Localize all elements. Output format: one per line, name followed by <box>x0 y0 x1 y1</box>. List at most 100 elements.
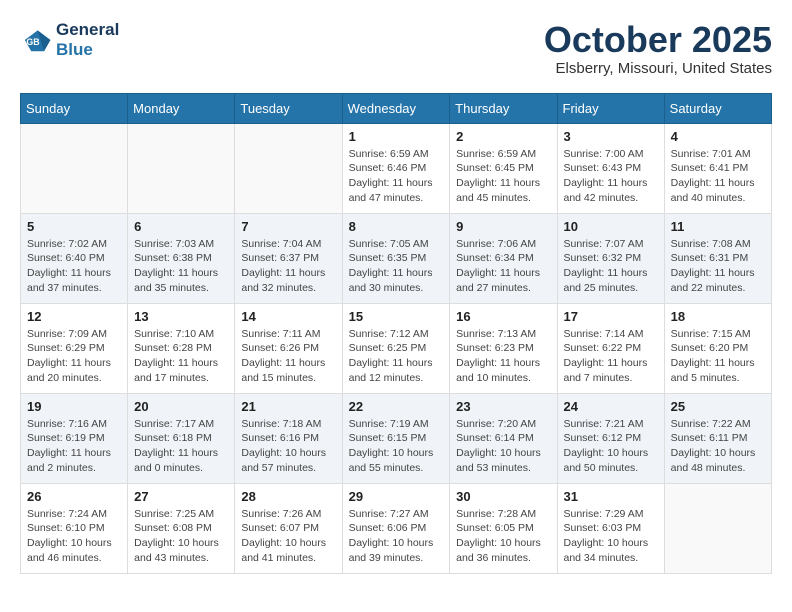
day-info: Sunrise: 7:12 AM Sunset: 6:25 PM Dayligh… <box>349 327 444 386</box>
day-info: Sunrise: 7:01 AM Sunset: 6:41 PM Dayligh… <box>671 147 765 206</box>
weekday-header-saturday: Saturday <box>664 93 771 123</box>
calendar-cell: 18 Sunrise: 7:15 AM Sunset: 6:20 PM Dayli… <box>664 303 771 393</box>
weekday-header-tuesday: Tuesday <box>235 93 342 123</box>
calendar-cell: 26 Sunrise: 7:24 AM Sunset: 6:10 PM Dayli… <box>21 483 128 573</box>
day-info: Sunrise: 7:09 AM Sunset: 6:29 PM Dayligh… <box>27 327 121 386</box>
calendar-cell: 30 Sunrise: 7:28 AM Sunset: 6:05 PM Dayli… <box>450 483 557 573</box>
day-info: Sunrise: 7:26 AM Sunset: 6:07 PM Dayligh… <box>241 507 335 566</box>
day-info: Sunrise: 7:02 AM Sunset: 6:40 PM Dayligh… <box>27 237 121 296</box>
weekday-header-thursday: Thursday <box>450 93 557 123</box>
day-info: Sunrise: 7:19 AM Sunset: 6:15 PM Dayligh… <box>349 417 444 476</box>
day-number: 30 <box>456 489 550 504</box>
month-title: October 2025 <box>544 20 772 60</box>
day-info: Sunrise: 7:28 AM Sunset: 6:05 PM Dayligh… <box>456 507 550 566</box>
calendar-cell: 19Sunrise: 7:16 AM Sunset: 6:19 PM Dayli… <box>21 393 128 483</box>
day-number: 25 <box>671 399 765 414</box>
page-header: GB General Blue October 2025 Elsberry, M… <box>20 20 772 77</box>
calendar-cell: 29 Sunrise: 7:27 AM Sunset: 6:06 PM Dayli… <box>342 483 450 573</box>
day-number: 6 <box>134 219 228 234</box>
day-number: 14 <box>241 309 335 324</box>
day-number: 11 <box>671 219 765 234</box>
calendar-cell <box>664 483 771 573</box>
day-number: 17 <box>564 309 658 324</box>
day-number: 7 <box>241 219 335 234</box>
calendar-cell: 8Sunrise: 7:05 AM Sunset: 6:35 PM Daylig… <box>342 213 450 303</box>
day-number: 15 <box>349 309 444 324</box>
calendar-table: SundayMondayTuesdayWednesdayThursdayFrid… <box>20 93 772 574</box>
day-info: Sunrise: 7:08 AM Sunset: 6:31 PM Dayligh… <box>671 237 765 296</box>
calendar-cell: 25Sunrise: 7:22 AM Sunset: 6:11 PM Dayli… <box>664 393 771 483</box>
calendar-cell: 31 Sunrise: 7:29 AM Sunset: 6:03 PM Dayli… <box>557 483 664 573</box>
calendar-cell: 13 Sunrise: 7:10 AM Sunset: 6:28 PM Dayli… <box>128 303 235 393</box>
day-number: 26 <box>27 489 121 504</box>
day-info: Sunrise: 6:59 AM Sunset: 6:45 PM Dayligh… <box>456 147 550 206</box>
day-number: 13 <box>134 309 228 324</box>
calendar-week-row: 19Sunrise: 7:16 AM Sunset: 6:19 PM Dayli… <box>21 393 772 483</box>
day-number: 10 <box>564 219 658 234</box>
weekday-header-sunday: Sunday <box>21 93 128 123</box>
calendar-week-row: 5 Sunrise: 7:02 AM Sunset: 6:40 PM Daylig… <box>21 213 772 303</box>
day-info: Sunrise: 7:18 AM Sunset: 6:16 PM Dayligh… <box>241 417 335 476</box>
day-info: Sunrise: 7:10 AM Sunset: 6:28 PM Dayligh… <box>134 327 228 386</box>
day-info: Sunrise: 7:15 AM Sunset: 6:20 PM Dayligh… <box>671 327 765 386</box>
logo-general: General <box>56 20 119 39</box>
day-number: 8 <box>349 219 444 234</box>
day-info: Sunrise: 7:27 AM Sunset: 6:06 PM Dayligh… <box>349 507 444 566</box>
day-number: 3 <box>564 129 658 144</box>
logo-text: General Blue <box>56 20 119 61</box>
day-number: 21 <box>241 399 335 414</box>
day-info: Sunrise: 7:13 AM Sunset: 6:23 PM Dayligh… <box>456 327 550 386</box>
calendar-cell: 4 Sunrise: 7:01 AM Sunset: 6:41 PM Daylig… <box>664 123 771 213</box>
day-number: 24 <box>564 399 658 414</box>
calendar-cell: 28 Sunrise: 7:26 AM Sunset: 6:07 PM Dayli… <box>235 483 342 573</box>
calendar-cell: 16Sunrise: 7:13 AM Sunset: 6:23 PM Dayli… <box>450 303 557 393</box>
svg-text:GB: GB <box>26 37 39 47</box>
day-number: 28 <box>241 489 335 504</box>
weekday-header-wednesday: Wednesday <box>342 93 450 123</box>
calendar-cell: 1 Sunrise: 6:59 AM Sunset: 6:46 PM Daylig… <box>342 123 450 213</box>
day-number: 20 <box>134 399 228 414</box>
calendar-cell: 24 Sunrise: 7:21 AM Sunset: 6:12 PM Dayli… <box>557 393 664 483</box>
calendar-cell: 23Sunrise: 7:20 AM Sunset: 6:14 PM Dayli… <box>450 393 557 483</box>
day-number: 29 <box>349 489 444 504</box>
day-info: Sunrise: 7:00 AM Sunset: 6:43 PM Dayligh… <box>564 147 658 206</box>
calendar-cell <box>21 123 128 213</box>
day-number: 4 <box>671 129 765 144</box>
calendar-cell: 7 Sunrise: 7:04 AM Sunset: 6:37 PM Daylig… <box>235 213 342 303</box>
weekday-header-row: SundayMondayTuesdayWednesdayThursdayFrid… <box>21 93 772 123</box>
calendar-cell: 10 Sunrise: 7:07 AM Sunset: 6:32 PM Dayli… <box>557 213 664 303</box>
day-info: Sunrise: 7:29 AM Sunset: 6:03 PM Dayligh… <box>564 507 658 566</box>
calendar-week-row: 12 Sunrise: 7:09 AM Sunset: 6:29 PM Dayli… <box>21 303 772 393</box>
day-number: 5 <box>27 219 121 234</box>
calendar-cell: 22 Sunrise: 7:19 AM Sunset: 6:15 PM Dayli… <box>342 393 450 483</box>
calendar-week-row: 1 Sunrise: 6:59 AM Sunset: 6:46 PM Daylig… <box>21 123 772 213</box>
day-number: 19 <box>27 399 121 414</box>
day-info: Sunrise: 7:21 AM Sunset: 6:12 PM Dayligh… <box>564 417 658 476</box>
calendar-cell: 5 Sunrise: 7:02 AM Sunset: 6:40 PM Daylig… <box>21 213 128 303</box>
day-info: Sunrise: 6:59 AM Sunset: 6:46 PM Dayligh… <box>349 147 444 206</box>
day-info: Sunrise: 7:24 AM Sunset: 6:10 PM Dayligh… <box>27 507 121 566</box>
day-number: 18 <box>671 309 765 324</box>
day-info: Sunrise: 7:07 AM Sunset: 6:32 PM Dayligh… <box>564 237 658 296</box>
day-info: Sunrise: 7:04 AM Sunset: 6:37 PM Dayligh… <box>241 237 335 296</box>
calendar-cell: 20Sunrise: 7:17 AM Sunset: 6:18 PM Dayli… <box>128 393 235 483</box>
day-info: Sunrise: 7:06 AM Sunset: 6:34 PM Dayligh… <box>456 237 550 296</box>
day-number: 12 <box>27 309 121 324</box>
calendar-cell: 27Sunrise: 7:25 AM Sunset: 6:08 PM Dayli… <box>128 483 235 573</box>
calendar-cell: 14Sunrise: 7:11 AM Sunset: 6:26 PM Dayli… <box>235 303 342 393</box>
weekday-header-monday: Monday <box>128 93 235 123</box>
logo-blue: Blue <box>56 40 93 59</box>
calendar-cell <box>128 123 235 213</box>
calendar-cell: 11 Sunrise: 7:08 AM Sunset: 6:31 PM Dayli… <box>664 213 771 303</box>
day-number: 27 <box>134 489 228 504</box>
day-number: 1 <box>349 129 444 144</box>
calendar-cell <box>235 123 342 213</box>
calendar-cell: 2Sunrise: 6:59 AM Sunset: 6:45 PM Daylig… <box>450 123 557 213</box>
calendar-cell: 21 Sunrise: 7:18 AM Sunset: 6:16 PM Dayli… <box>235 393 342 483</box>
calendar-week-row: 26 Sunrise: 7:24 AM Sunset: 6:10 PM Dayli… <box>21 483 772 573</box>
calendar-cell: 9Sunrise: 7:06 AM Sunset: 6:34 PM Daylig… <box>450 213 557 303</box>
day-number: 22 <box>349 399 444 414</box>
calendar-cell: 3 Sunrise: 7:00 AM Sunset: 6:43 PM Daylig… <box>557 123 664 213</box>
day-number: 31 <box>564 489 658 504</box>
day-info: Sunrise: 7:03 AM Sunset: 6:38 PM Dayligh… <box>134 237 228 296</box>
